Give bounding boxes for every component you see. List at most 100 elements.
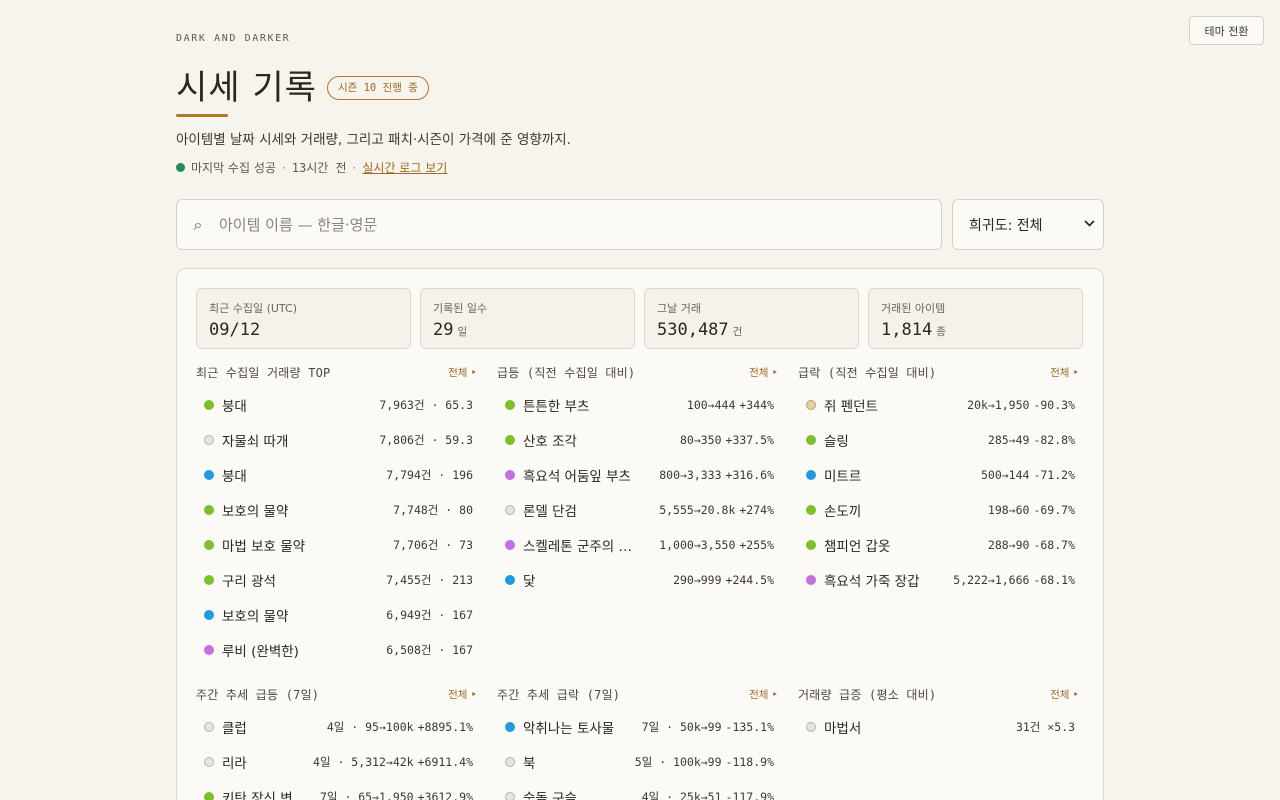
item-meta: 4일 · 5,312→42k — [313, 754, 414, 769]
section-title: 최근 수집일 거래량 TOP — [196, 365, 331, 380]
list-item[interactable]: 리라 4일 · 5,312→42k +6911.4% — [196, 744, 481, 779]
list-item[interactable]: 흑요석 어둠잎 부츠 800→3,333 +316.6% — [497, 457, 782, 492]
list-item[interactable]: 마법 보호 물약 7,706건 · 73 — [196, 527, 481, 562]
stat-card: 기록된 일수 29 일 — [420, 288, 635, 349]
list-item[interactable]: 악취나는 토사물 7일 · 50k→99 -135.1% — [497, 709, 782, 744]
item-meta: 31건 ×5.3 — [1015, 719, 1075, 734]
rarity-dot-icon — [505, 574, 515, 585]
stat-value: 09/12 — [209, 320, 398, 340]
section-header: 급등 (직전 수집일 대비) 전체 ‣ — [497, 362, 782, 382]
item-name: 산호 조각 — [523, 433, 577, 450]
section-weekly-drop: 주간 추세 급락 (7일) 전체 ‣ 악취나는 토사물 7일 · 50k→99 -135… — [497, 684, 782, 800]
list-item[interactable]: 흑요석 가죽 장갑 5,222→1,666 -68.1% — [798, 562, 1083, 597]
rarity-dot-icon — [204, 644, 214, 655]
rarity-dot-icon — [204, 721, 214, 732]
item-change: -82.8% — [1033, 432, 1075, 447]
section-view-all-link[interactable]: 전체 ‣ — [1050, 365, 1083, 380]
list-item[interactable]: 북 5일 · 100k→99 -118.9% — [497, 744, 782, 779]
item-meta: 288→90 — [987, 537, 1030, 552]
section-view-all-link[interactable]: 전체 ‣ — [448, 365, 481, 380]
live-log-link[interactable]: 실시간 로그 보기 — [362, 159, 447, 176]
list-item[interactable]: 닻 290→999 +244.5% — [497, 562, 782, 597]
list-item[interactable]: 챔피언 갑옷 288→90 -68.7% — [798, 527, 1083, 562]
list-item[interactable]: 키탄 장신 변 7일 · 65→1,950 +3612.9% — [196, 779, 481, 800]
section-view-all-link[interactable]: 전체 ‣ — [749, 687, 782, 702]
title-underline — [176, 114, 228, 117]
item-change: +316.6% — [725, 467, 774, 482]
section-list: 붕대 7,963건 · 65.3 자물쇠 따개 7,806건 · 59.3 붕대 7,79… — [196, 387, 481, 667]
item-meta: 7,706건 · 73 — [393, 537, 473, 552]
rarity-dot-icon — [204, 504, 214, 515]
list-item[interactable]: 보호의 물약 6,949건 · 167 — [196, 597, 481, 632]
rarity-dot-icon — [806, 539, 816, 550]
section-header: 급락 (직전 수집일 대비) 전체 ‣ — [798, 362, 1083, 382]
rarity-dot-icon — [204, 399, 214, 410]
market-panel: 최근 수집일 (UTC) 09/12 기록된 일수 29 일 그날 거래 530,… — [176, 268, 1104, 800]
list-item[interactable]: 산호 조각 80→350 +337.5% — [497, 422, 782, 457]
item-name: 튼튼한 부츠 — [523, 398, 590, 415]
item-change: -69.7% — [1033, 502, 1075, 517]
item-name: 악취나는 토사물 — [523, 720, 615, 737]
item-meta: 6,949건 · 167 — [386, 607, 473, 622]
list-item[interactable]: 튼튼한 부츠 100→444 +344% — [497, 387, 782, 422]
page-subtitle: 아이템별 날짜 시세와 거래량, 그리고 패치·시즌이 가격에 준 영향까지. — [176, 132, 571, 148]
item-meta: 7,806건 · 59.3 — [379, 432, 473, 447]
list-item[interactable]: 붕대 7,963건 · 65.3 — [196, 387, 481, 422]
section-header: 거래량 급증 (평소 대비) 전체 ‣ — [798, 684, 1083, 704]
item-meta: 7,455건 · 213 — [386, 572, 473, 587]
list-item[interactable]: 쥐 펜던트 20k→1,950 -90.3% — [798, 387, 1083, 422]
rarity-dot-icon — [505, 469, 515, 480]
list-item[interactable]: 론델 단검 5,555→20.8k +274% — [497, 492, 782, 527]
theme-toggle-button[interactable]: 테마 전환 — [1189, 16, 1264, 45]
item-change: +255% — [739, 537, 774, 552]
item-change: +6911.4% — [417, 754, 473, 769]
rarity-dot-icon — [806, 434, 816, 445]
section-list: 튼튼한 부츠 100→444 +344% 산호 조각 80→350 +337.5% 흑요석 … — [497, 387, 782, 597]
list-item[interactable]: 손도끼 198→60 -69.7% — [798, 492, 1083, 527]
item-meta: 5,555→20.8k — [659, 502, 736, 517]
list-item[interactable]: 붕대 7,794건 · 196 — [196, 457, 481, 492]
list-item[interactable]: 구리 광석 7,455건 · 213 — [196, 562, 481, 597]
stat-value: 1,814 종 — [881, 320, 1070, 340]
item-meta: 5,222→1,666 — [953, 572, 1030, 587]
stat-unit: 건 — [732, 326, 743, 338]
item-name: 챔피언 갑옷 — [824, 538, 891, 555]
item-name: 리라 — [222, 755, 247, 772]
list-item[interactable]: 클럽 4일 · 95→100k +8895.1% — [196, 709, 481, 744]
section-price-surge: 급등 (직전 수집일 대비) 전체 ‣ 튼튼한 부츠 100→444 +344% 산호 조… — [497, 362, 782, 597]
rarity-select[interactable]: 희귀도: 전체 — [952, 199, 1104, 250]
list-item[interactable]: 미트르 500→144 -71.2% — [798, 457, 1083, 492]
section-list: 악취나는 토사물 7일 · 50k→99 -135.1% 북 5일 · 100k→99-… — [497, 709, 782, 800]
section-price-drop: 급락 (직전 수집일 대비) 전체 ‣ 쥐 펜던트 20k→1,950 -90.3% 슬링… — [798, 362, 1083, 597]
section-view-all-link[interactable]: 전체 ‣ — [448, 687, 481, 702]
rarity-dot-icon — [806, 721, 816, 732]
section-view-all-link[interactable]: 전체 ‣ — [749, 365, 782, 380]
item-name: 붕대 — [222, 468, 247, 485]
item-meta: 7,748건 · 80 — [393, 502, 473, 517]
item-meta: 20k→1,950 — [967, 397, 1030, 412]
list-item[interactable]: 스켈레톤 군주의 … 1,000→3,550 +255% — [497, 527, 782, 562]
stat-label: 그날 거래 — [657, 302, 701, 315]
list-item[interactable]: 슬링 285→49 -82.8% — [798, 422, 1083, 457]
game-eyebrow: DARK AND DARKER — [176, 33, 291, 44]
section-title: 급등 (직전 수집일 대비) — [497, 365, 636, 380]
stat-value: 530,487 건 — [657, 320, 846, 340]
rarity-dot-icon — [505, 756, 515, 767]
list-item[interactable]: 숫돌 구슬 4일 · 25k→51 -117.9% — [497, 779, 782, 800]
item-name: 마법서 — [824, 720, 862, 737]
item-name: 흑요석 가죽 장갑 — [824, 573, 920, 590]
item-name: 스켈레톤 군주의 … — [523, 538, 633, 555]
list-item[interactable]: 자물쇠 따개 7,806건 · 59.3 — [196, 422, 481, 457]
page-title: 시세 기록 — [176, 68, 317, 108]
item-change: +244.5% — [725, 572, 774, 587]
list-item[interactable]: 루비 (완벽한) 6,508건 · 167 — [196, 632, 481, 667]
section-list: 쥐 펜던트 20k→1,950 -90.3% 슬링 285→49 -82.8% 미트르 500… — [798, 387, 1083, 597]
list-item[interactable]: 마법서 31건 ×5.3 — [798, 709, 1083, 744]
search-box[interactable]: ⌕ — [176, 199, 942, 250]
section-view-all-link[interactable]: 전체 ‣ — [1050, 687, 1083, 702]
item-meta: 7일 · 65→1,950 — [319, 789, 414, 800]
search-input[interactable] — [219, 215, 919, 234]
rarity-dot-icon — [204, 574, 214, 585]
item-meta: 800→3,333 — [659, 467, 722, 482]
list-item[interactable]: 보호의 물약 7,748건 · 80 — [196, 492, 481, 527]
